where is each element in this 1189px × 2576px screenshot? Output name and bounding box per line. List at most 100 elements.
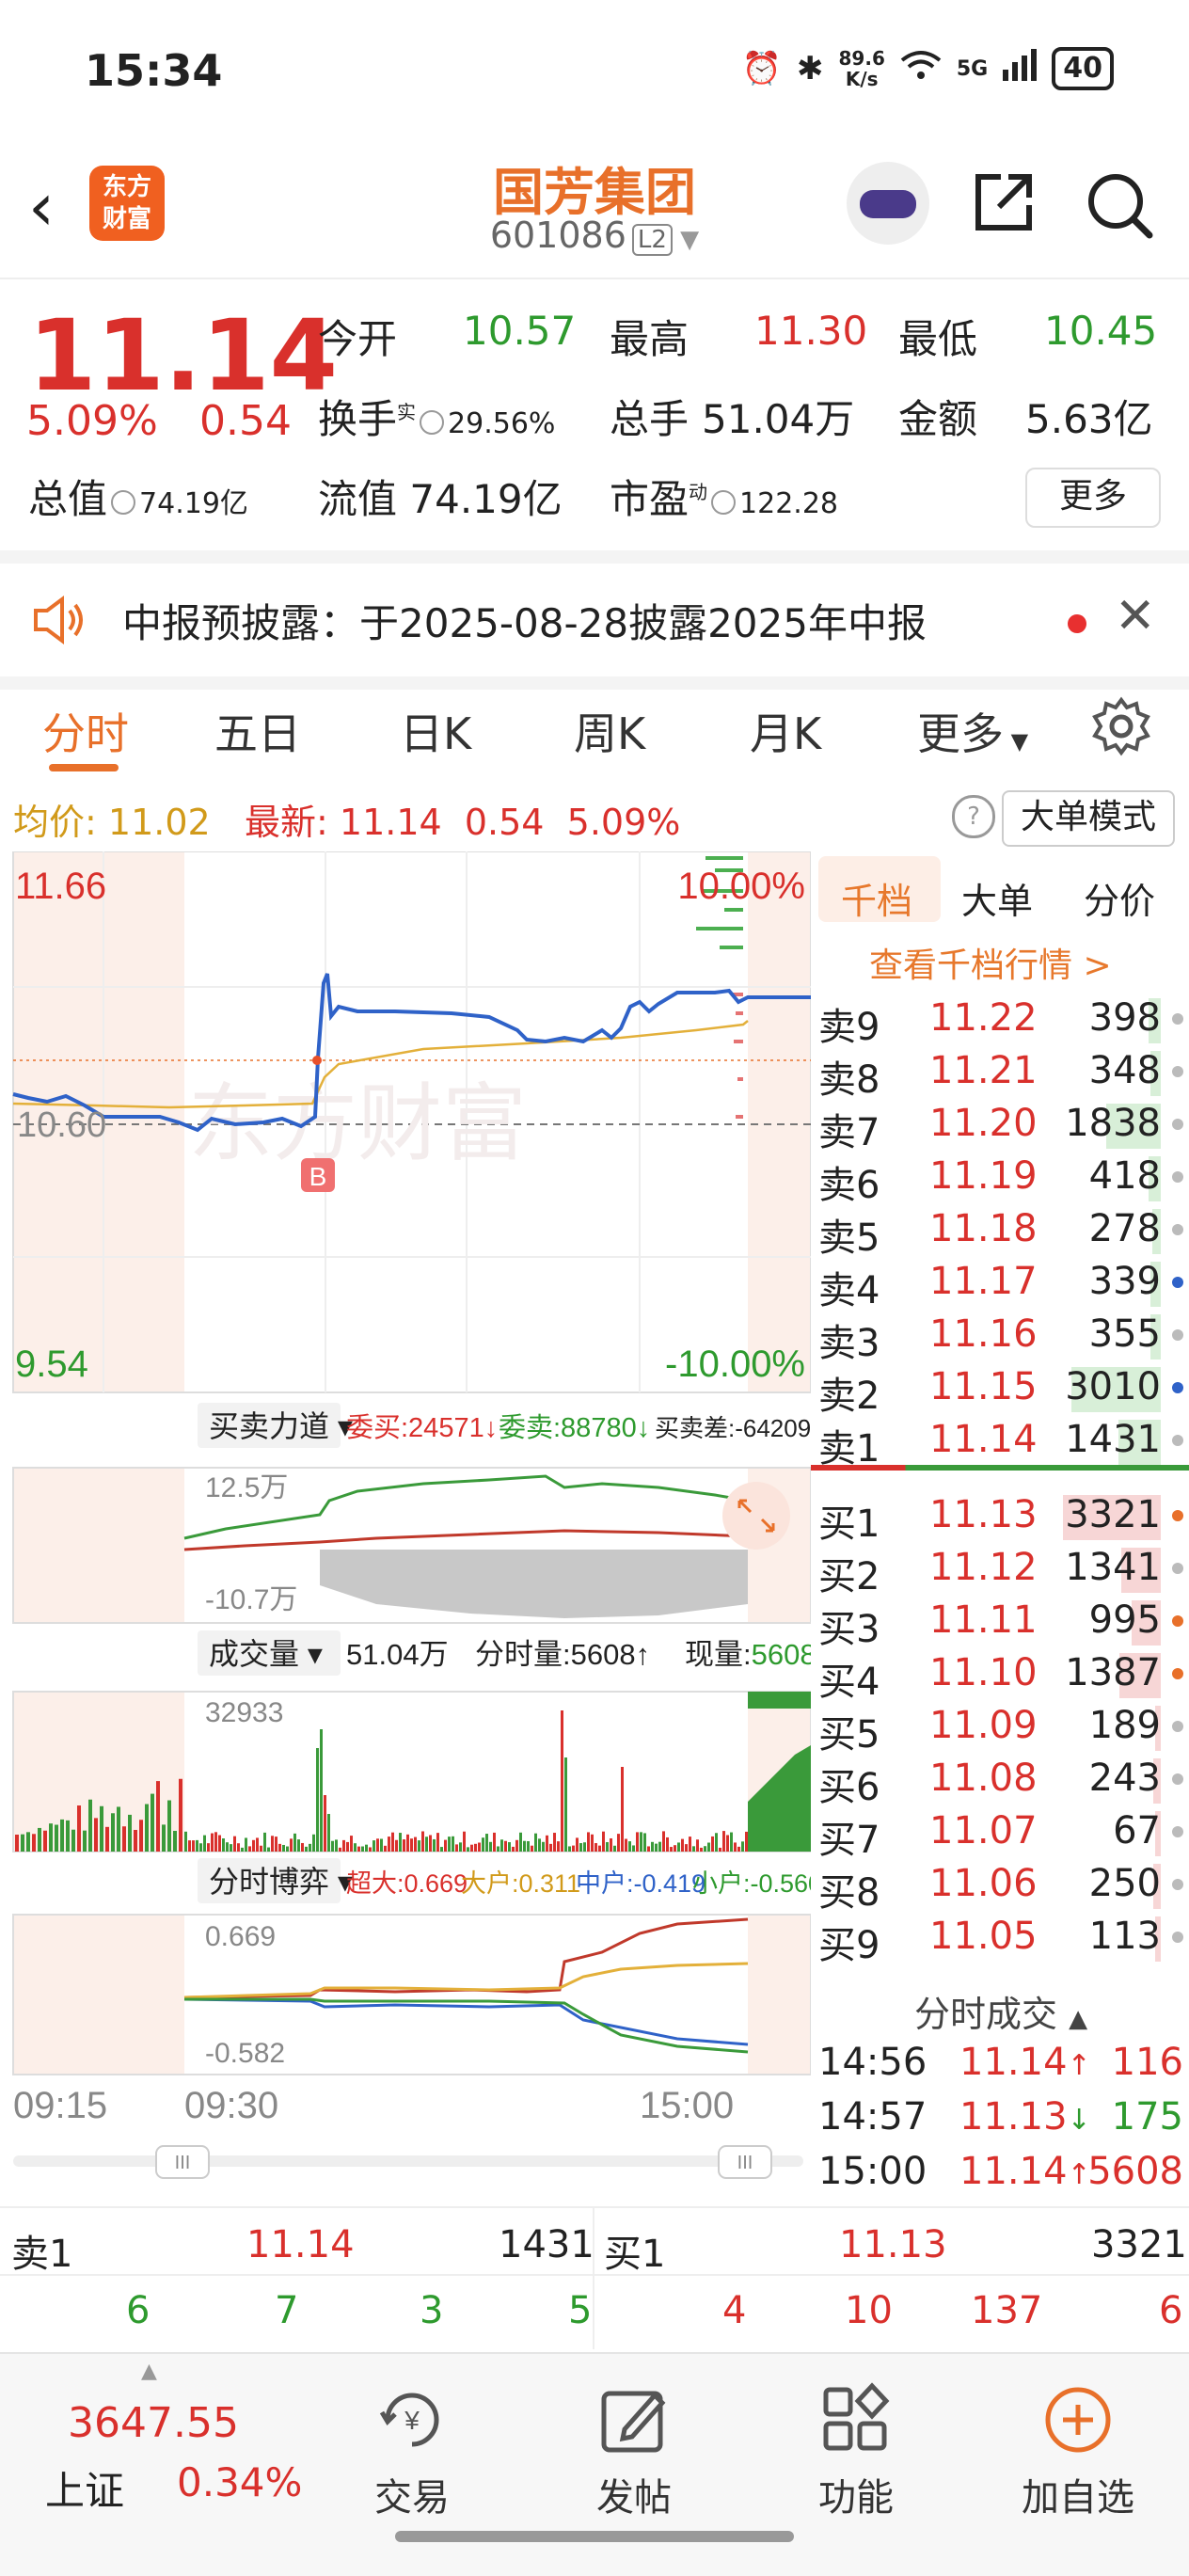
volume-bar: [286, 1846, 289, 1852]
home-indicator[interactable]: [395, 2531, 794, 2542]
order-vol: 278: [1088, 1207, 1161, 1250]
order-book: 千档 大单 分价 查看千档行情 > 卖9 11.22 398 卖8 11.21 348 卖7…: [811, 851, 1189, 2206]
order-price: 11.16: [929, 1312, 1038, 1356]
order-price: 11.13: [929, 1493, 1038, 1536]
volume-bar: [139, 1820, 143, 1852]
order-vol: 67: [1113, 1809, 1161, 1852]
caret-up-icon: ▲: [141, 2360, 157, 2383]
tab-more[interactable]: 更多 ▼: [917, 700, 1028, 762]
volume-bar: [587, 1832, 590, 1852]
buy-level-row[interactable]: 买9 11.05 113: [818, 1909, 1185, 1967]
status-dot: [1172, 1721, 1183, 1732]
sell-level-row[interactable]: 卖2 11.15 3010: [818, 1360, 1185, 1418]
nav-trade[interactable]: 交易: [337, 2467, 487, 2521]
force-selector[interactable]: 买卖力道 ▾: [209, 1409, 353, 1443]
volume-bar: [43, 1830, 47, 1852]
buy-level-row[interactable]: 买3 11.11 995: [818, 1593, 1185, 1651]
notice-banner[interactable]: 中报预披露：于2025-08-28披露2025年中报 ✕: [0, 550, 1189, 690]
volume-bar: [100, 1805, 103, 1852]
tick-row: 14:56 11.14↑ 116: [818, 2035, 1185, 2088]
volume-bar: [226, 1842, 229, 1852]
buy-count: 10: [845, 2289, 893, 2332]
sell-level-row[interactable]: 卖3 11.16 355: [818, 1307, 1185, 1365]
volume-label: 总手: [610, 396, 690, 442]
volume-bar: [263, 1832, 266, 1852]
tab-daily-k[interactable]: 日K: [400, 700, 471, 762]
sell-level-row[interactable]: 卖9 11.22 398: [818, 991, 1185, 1049]
buy-level-row[interactable]: 买6 11.08 243: [818, 1751, 1185, 1809]
trade-icon[interactable]: ¥: [374, 2382, 450, 2457]
add-watchlist-icon[interactable]: [1040, 2382, 1116, 2457]
tab-qiandang[interactable]: 千档: [841, 872, 912, 924]
volume-bar: [282, 1844, 285, 1852]
more-button[interactable]: 更多: [1025, 468, 1161, 528]
sell-level-row[interactable]: 卖8 11.21 348: [818, 1043, 1185, 1102]
volume-bar: [218, 1835, 221, 1852]
status-dot: [1172, 1119, 1183, 1130]
share-icon[interactable]: [971, 169, 1037, 235]
help-icon[interactable]: ?: [952, 795, 995, 838]
close-icon[interactable]: ✕: [1115, 588, 1156, 644]
assistant-avatar[interactable]: [847, 162, 929, 245]
tab-weekly-k[interactable]: 周K: [574, 700, 645, 762]
post-icon[interactable]: [596, 2382, 672, 2457]
functions-icon[interactable]: [818, 2382, 894, 2457]
sell-level-row[interactable]: 卖7 11.20 1838: [818, 1096, 1185, 1154]
sell-level-row[interactable]: 卖1 11.14 1431: [818, 1412, 1185, 1471]
tab-intraday[interactable]: 分时: [42, 700, 129, 762]
search-icon[interactable]: [1082, 167, 1157, 243]
volume-bar: [625, 1838, 627, 1852]
status-dot: [1172, 1066, 1183, 1077]
nav-functions[interactable]: 功能: [781, 2467, 931, 2521]
volume-bar: [380, 1838, 383, 1852]
volume-bar: [440, 1847, 443, 1852]
buy-level-row[interactable]: 买8 11.06 250: [818, 1856, 1185, 1915]
status-bar: 15:34 ⏰ ✱ 89.6 K/s 5G 40: [0, 0, 1189, 141]
volume-bar: [122, 1826, 126, 1852]
sell-level-row[interactable]: 卖5 11.18 278: [818, 1201, 1185, 1260]
tick-row: 15:00 11.14↑ 5608: [818, 2144, 1185, 2197]
sell-level-row[interactable]: 卖6 11.19 418: [818, 1149, 1185, 1207]
nav-post[interactable]: 发帖: [559, 2467, 709, 2521]
index-ticker[interactable]: ▲ 3647.55 上证 0.34%: [0, 2354, 310, 2576]
clock: 15:34: [85, 45, 223, 96]
status-dot: [1172, 1277, 1183, 1288]
chart-area[interactable]: 东方财富 B 11.66 9.54 10.00% -10.00% 10.60 买…: [0, 851, 811, 2197]
status-dot: [1172, 1879, 1183, 1890]
volume-bar: [222, 1838, 225, 1852]
tab-price-split[interactable]: 分价: [1084, 872, 1155, 924]
volume-selector[interactable]: 成交量 ▾: [209, 1637, 323, 1671]
order-price: 11.12: [929, 1546, 1038, 1589]
volume-bar: [692, 1846, 695, 1852]
volume-bar: [452, 1836, 454, 1852]
volume-bar: [237, 1843, 240, 1852]
volume-bar: [433, 1838, 436, 1852]
volume-bar: [726, 1835, 729, 1852]
nav-add-watchlist[interactable]: 加自选: [1003, 2467, 1153, 2521]
tab-five-day[interactable]: 五日: [214, 700, 301, 762]
volume-bar: [704, 1846, 706, 1852]
volume-bar: [391, 1832, 394, 1852]
tab-monthly-k[interactable]: 月K: [750, 700, 821, 762]
view-depth-link[interactable]: 查看千档行情 >: [869, 938, 1112, 987]
volume-bar: [482, 1837, 484, 1852]
buy-level-row[interactable]: 买4 11.10 1387: [818, 1646, 1185, 1704]
buy-level-row[interactable]: 买1 11.13 3321: [818, 1487, 1185, 1546]
ticks-header[interactable]: 分时成交 ▲: [914, 1985, 1087, 2037]
buy-level-row[interactable]: 买2 11.12 1341: [818, 1540, 1185, 1598]
sell-level-row[interactable]: 卖4 11.17 339: [818, 1254, 1185, 1312]
tab-big-order[interactable]: 大单: [961, 872, 1033, 924]
buy-level-row[interactable]: 买5 11.09 189: [818, 1698, 1185, 1757]
volume-bar: [670, 1847, 673, 1852]
volume-bar: [572, 1845, 575, 1852]
status-dot: [1172, 1013, 1183, 1025]
volume-bar: [196, 1839, 198, 1852]
buy-level-row[interactable]: 买7 11.07 67: [818, 1804, 1185, 1862]
volume-bar: [184, 1831, 187, 1852]
volume-bar: [478, 1842, 481, 1852]
tick-volume: 175: [1111, 2095, 1183, 2139]
big-order-mode-button[interactable]: 大单模式: [1002, 790, 1175, 847]
wifi-icon: [900, 49, 942, 89]
gear-icon[interactable]: [1091, 696, 1151, 756]
game-selector[interactable]: 分时博弈 ▾: [209, 1865, 353, 1899]
